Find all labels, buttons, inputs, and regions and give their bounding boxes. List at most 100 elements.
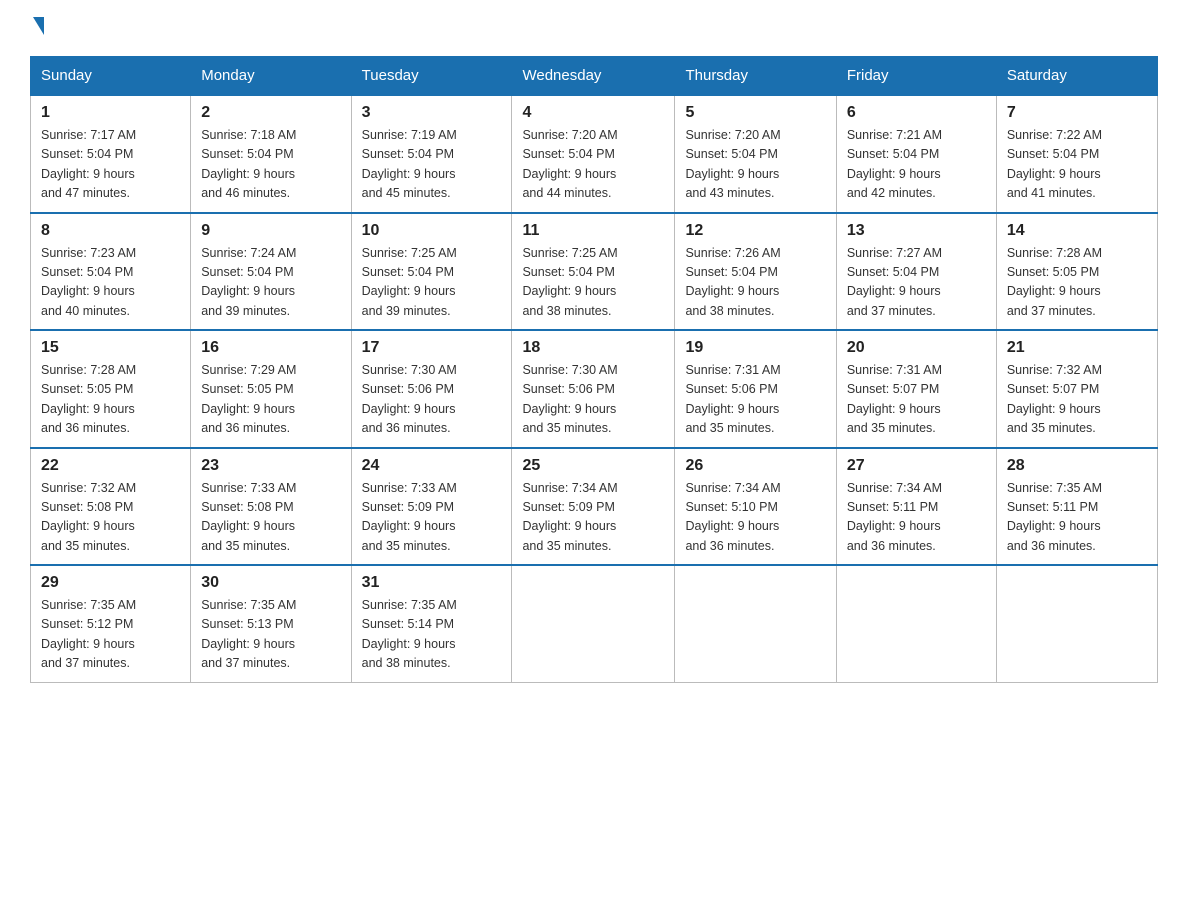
page-header (30, 20, 1158, 38)
calendar-cell: 1 Sunrise: 7:17 AMSunset: 5:04 PMDaylight… (31, 95, 191, 213)
week-row-4: 22Sunrise: 7:32 AMSunset: 5:08 PMDayligh… (31, 448, 1158, 566)
calendar-cell: 3Sunrise: 7:19 AMSunset: 5:04 PMDaylight… (351, 95, 512, 213)
day-number: 19 (685, 339, 825, 357)
day-number: 10 (362, 222, 502, 240)
day-info: Sunrise: 7:34 AMSunset: 5:10 PMDaylight:… (685, 479, 825, 557)
day-info: Sunrise: 7:30 AMSunset: 5:06 PMDaylight:… (362, 361, 502, 439)
day-number: 27 (847, 457, 986, 475)
day-info: Sunrise: 7:17 AMSunset: 5:04 PMDaylight:… (41, 126, 180, 204)
calendar-cell: 23 Sunrise: 7:33 AMSunset: 5:08 PMDayligh… (191, 448, 351, 566)
calendar-cell: 22Sunrise: 7:32 AMSunset: 5:08 PMDayligh… (31, 448, 191, 566)
header-day-sunday: Sunday (31, 57, 191, 96)
day-number: 9 (201, 222, 340, 240)
day-info: Sunrise: 7:20 AMSunset: 5:04 PMDaylight:… (522, 126, 664, 204)
calendar-cell: 16 Sunrise: 7:29 AMSunset: 5:05 PMDayligh… (191, 330, 351, 448)
calendar-cell: 11Sunrise: 7:25 AMSunset: 5:04 PMDayligh… (512, 213, 675, 331)
calendar-cell: 17 Sunrise: 7:30 AMSunset: 5:06 PMDayligh… (351, 330, 512, 448)
day-info: Sunrise: 7:35 AMSunset: 5:12 PMDaylight:… (41, 596, 180, 674)
day-info: Sunrise: 7:20 AMSunset: 5:04 PMDaylight:… (685, 126, 825, 204)
day-number: 16 (201, 339, 340, 357)
day-number: 3 (362, 104, 502, 122)
logo-triangle-icon (33, 17, 44, 35)
day-number: 12 (685, 222, 825, 240)
day-number: 28 (1007, 457, 1147, 475)
day-number: 21 (1007, 339, 1147, 357)
day-number: 7 (1007, 104, 1147, 122)
day-number: 15 (41, 339, 180, 357)
day-info: Sunrise: 7:35 AMSunset: 5:14 PMDaylight:… (362, 596, 502, 674)
calendar-cell: 30 Sunrise: 7:35 AMSunset: 5:13 PMDayligh… (191, 565, 351, 682)
day-info: Sunrise: 7:31 AMSunset: 5:06 PMDaylight:… (685, 361, 825, 439)
calendar-cell: 6 Sunrise: 7:21 AMSunset: 5:04 PMDaylight… (836, 95, 996, 213)
calendar-cell: 18Sunrise: 7:30 AMSunset: 5:06 PMDayligh… (512, 330, 675, 448)
day-number: 25 (522, 457, 664, 475)
header-day-saturday: Saturday (996, 57, 1157, 96)
day-number: 11 (522, 222, 664, 240)
header-row: SundayMondayTuesdayWednesdayThursdayFrid… (31, 57, 1158, 96)
calendar-cell (836, 565, 996, 682)
day-info: Sunrise: 7:21 AMSunset: 5:04 PMDaylight:… (847, 126, 986, 204)
calendar-cell: 10Sunrise: 7:25 AMSunset: 5:04 PMDayligh… (351, 213, 512, 331)
calendar-cell: 21 Sunrise: 7:32 AMSunset: 5:07 PMDayligh… (996, 330, 1157, 448)
day-number: 2 (201, 104, 340, 122)
day-info: Sunrise: 7:33 AMSunset: 5:09 PMDaylight:… (362, 479, 502, 557)
day-info: Sunrise: 7:18 AMSunset: 5:04 PMDaylight:… (201, 126, 340, 204)
day-number: 1 (41, 104, 180, 122)
calendar-cell: 25 Sunrise: 7:34 AMSunset: 5:09 PMDayligh… (512, 448, 675, 566)
day-number: 20 (847, 339, 986, 357)
calendar-cell (996, 565, 1157, 682)
calendar-cell: 29 Sunrise: 7:35 AMSunset: 5:12 PMDayligh… (31, 565, 191, 682)
day-info: Sunrise: 7:23 AMSunset: 5:04 PMDaylight:… (41, 244, 180, 322)
day-number: 30 (201, 574, 340, 592)
calendar-cell: 5 Sunrise: 7:20 AMSunset: 5:04 PMDaylight… (675, 95, 836, 213)
header-day-monday: Monday (191, 57, 351, 96)
calendar-header: SundayMondayTuesdayWednesdayThursdayFrid… (31, 57, 1158, 96)
day-number: 5 (685, 104, 825, 122)
calendar-cell: 24Sunrise: 7:33 AMSunset: 5:09 PMDayligh… (351, 448, 512, 566)
calendar-cell: 14 Sunrise: 7:28 AMSunset: 5:05 PMDayligh… (996, 213, 1157, 331)
day-number: 8 (41, 222, 180, 240)
day-info: Sunrise: 7:32 AMSunset: 5:07 PMDaylight:… (1007, 361, 1147, 439)
calendar-cell: 8 Sunrise: 7:23 AMSunset: 5:04 PMDaylight… (31, 213, 191, 331)
day-number: 14 (1007, 222, 1147, 240)
day-number: 26 (685, 457, 825, 475)
header-day-friday: Friday (836, 57, 996, 96)
calendar-cell: 13 Sunrise: 7:27 AMSunset: 5:04 PMDayligh… (836, 213, 996, 331)
calendar-table: SundayMondayTuesdayWednesdayThursdayFrid… (30, 56, 1158, 683)
day-number: 22 (41, 457, 180, 475)
day-number: 18 (522, 339, 664, 357)
calendar-cell: 26 Sunrise: 7:34 AMSunset: 5:10 PMDayligh… (675, 448, 836, 566)
calendar-cell: 2 Sunrise: 7:18 AMSunset: 5:04 PMDaylight… (191, 95, 351, 213)
header-day-wednesday: Wednesday (512, 57, 675, 96)
day-info: Sunrise: 7:33 AMSunset: 5:08 PMDaylight:… (201, 479, 340, 557)
calendar-cell: 9 Sunrise: 7:24 AMSunset: 5:04 PMDaylight… (191, 213, 351, 331)
day-info: Sunrise: 7:28 AMSunset: 5:05 PMDaylight:… (1007, 244, 1147, 322)
day-info: Sunrise: 7:27 AMSunset: 5:04 PMDaylight:… (847, 244, 986, 322)
header-day-thursday: Thursday (675, 57, 836, 96)
day-info: Sunrise: 7:28 AMSunset: 5:05 PMDaylight:… (41, 361, 180, 439)
day-info: Sunrise: 7:35 AMSunset: 5:13 PMDaylight:… (201, 596, 340, 674)
calendar-cell (675, 565, 836, 682)
day-number: 6 (847, 104, 986, 122)
day-info: Sunrise: 7:34 AMSunset: 5:11 PMDaylight:… (847, 479, 986, 557)
day-info: Sunrise: 7:26 AMSunset: 5:04 PMDaylight:… (685, 244, 825, 322)
day-number: 4 (522, 104, 664, 122)
day-info: Sunrise: 7:31 AMSunset: 5:07 PMDaylight:… (847, 361, 986, 439)
day-number: 23 (201, 457, 340, 475)
day-info: Sunrise: 7:34 AMSunset: 5:09 PMDaylight:… (522, 479, 664, 557)
logo (30, 20, 44, 38)
day-info: Sunrise: 7:24 AMSunset: 5:04 PMDaylight:… (201, 244, 340, 322)
calendar-cell: 4 Sunrise: 7:20 AMSunset: 5:04 PMDaylight… (512, 95, 675, 213)
calendar-cell: 15 Sunrise: 7:28 AMSunset: 5:05 PMDayligh… (31, 330, 191, 448)
day-number: 17 (362, 339, 502, 357)
day-info: Sunrise: 7:29 AMSunset: 5:05 PMDaylight:… (201, 361, 340, 439)
day-info: Sunrise: 7:22 AMSunset: 5:04 PMDaylight:… (1007, 126, 1147, 204)
calendar-cell: 7 Sunrise: 7:22 AMSunset: 5:04 PMDaylight… (996, 95, 1157, 213)
day-number: 13 (847, 222, 986, 240)
calendar-cell: 20 Sunrise: 7:31 AMSunset: 5:07 PMDayligh… (836, 330, 996, 448)
day-number: 29 (41, 574, 180, 592)
header-day-tuesday: Tuesday (351, 57, 512, 96)
calendar-cell: 12 Sunrise: 7:26 AMSunset: 5:04 PMDayligh… (675, 213, 836, 331)
calendar-cell: 28Sunrise: 7:35 AMSunset: 5:11 PMDayligh… (996, 448, 1157, 566)
week-row-3: 15 Sunrise: 7:28 AMSunset: 5:05 PMDayligh… (31, 330, 1158, 448)
